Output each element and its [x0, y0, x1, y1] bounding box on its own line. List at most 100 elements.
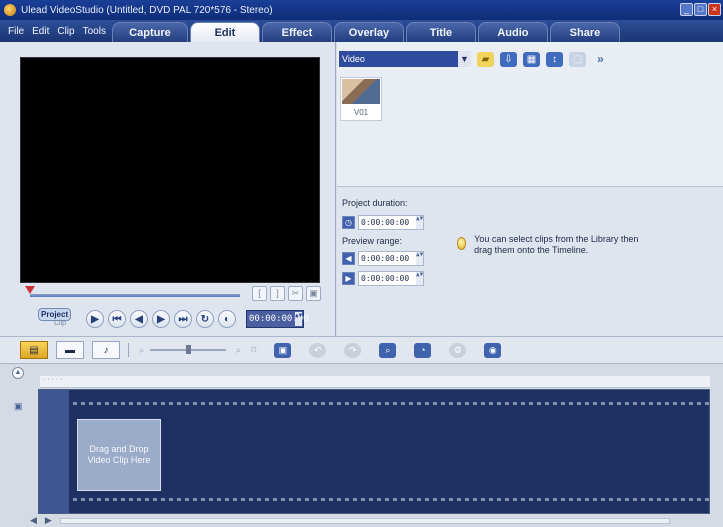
import-icon[interactable]: ⇩ — [500, 51, 517, 67]
options-panel: Project duration: ◷ 0:00:00:00 ▲▼ Previe… — [337, 186, 723, 336]
mark-in-button[interactable]: [ — [252, 286, 267, 301]
preview-panel: [ ] ✂ ▣ Project Clip ▶ ⏮ ◀ ▶ ⏭ ↻ ◐ 00:00… — [0, 42, 336, 336]
storyboard-view-button[interactable]: ▤ — [20, 341, 48, 359]
timecode-spinner[interactable]: ▲▼ — [295, 312, 302, 326]
drop-zone[interactable]: Drag and Drop Video Clip Here — [77, 419, 161, 491]
video-thumbnail — [342, 79, 380, 104]
tab-edit[interactable]: Edit — [189, 22, 260, 42]
timeline-navigation: ◀ ▶ — [30, 515, 670, 526]
play-icon[interactable]: ▶ — [86, 310, 104, 328]
folder-icon[interactable]: ▰ — [477, 51, 494, 67]
menu-edit[interactable]: Edit — [32, 26, 49, 37]
undo-icon[interactable]: ↶ — [309, 342, 327, 358]
cut-button[interactable]: ✂ — [288, 286, 303, 301]
tab-audio[interactable]: Audio — [477, 22, 548, 42]
timeline-scrollbar[interactable] — [59, 517, 670, 524]
hint-text: You can select clips from the Library th… — [474, 234, 639, 255]
preview-range-end[interactable]: 0:00:00:00 ▲▼ — [358, 271, 424, 286]
zoom-slider[interactable] — [149, 345, 226, 354]
volume-icon[interactable]: ◐ — [218, 310, 236, 328]
timeline-toolbar: ▤ ▬ ♪ ⌕ ⌕ ⌑ ▣ ↶ ↷ ⌕ ◔ ⚙ ◉ — [0, 336, 723, 364]
video-preview[interactable] — [20, 57, 320, 283]
tab-title[interactable]: Title — [405, 22, 476, 42]
library-toolbar: Video ▼ ▰ ⇩ ▦ ↕ ▢ » — [337, 50, 723, 68]
timeline-side-controls: ▲ ▣ — [12, 367, 32, 513]
preview-range-start[interactable]: 0:00:00:00 ▲▼ — [358, 251, 424, 266]
mark-out-button[interactable]: ] — [270, 286, 285, 301]
menu-tools[interactable]: Tools — [83, 26, 106, 37]
range-end-spinner[interactable]: ▲▼ — [416, 272, 423, 285]
zoom-in-icon[interactable]: ⌕ — [236, 345, 242, 356]
track-manager-icon[interactable]: ⚙ — [449, 342, 467, 358]
film-holes-top — [73, 402, 709, 405]
fullscreen-button[interactable]: ▣ — [306, 286, 321, 301]
collapse-timeline-icon[interactable]: ▲ — [12, 367, 24, 379]
tab-overlay[interactable]: Overlay — [333, 22, 404, 42]
window-title: Ulead VideoStudio (Untitled, DVD PAL 720… — [21, 4, 273, 16]
previous-frame-icon[interactable]: ◀ — [130, 310, 148, 328]
end-icon[interactable]: ⏭ — [174, 310, 192, 328]
next-frame-icon[interactable]: ▶ — [152, 310, 170, 328]
video-track-icon: ▣ — [14, 401, 23, 411]
audio-view-button[interactable]: ♪ — [92, 341, 120, 359]
timeline-area: ▲ ▣ · · · · · Drag and Drop Video Clip H… — [0, 364, 723, 527]
repeat-icon[interactable]: ↻ — [196, 310, 214, 328]
main-menu: File Edit Clip Tools — [0, 26, 112, 42]
library-manager-icon[interactable]: ▦ — [523, 51, 540, 67]
tab-share[interactable]: Share — [549, 22, 620, 42]
library-category-value: Video — [342, 54, 365, 64]
minimize-button[interactable]: _ — [680, 3, 693, 16]
enable-ripple-icon[interactable]: ◔ — [414, 342, 432, 358]
duration-spinner[interactable]: ▲▼ — [416, 216, 423, 229]
playback-controls: Project Clip ▶ ⏮ ◀ ▶ ⏭ ↻ ◐ 00:00:00:00 ▲… — [38, 307, 309, 331]
clip-mode-label: Clip — [54, 320, 67, 327]
tab-capture[interactable]: Capture — [111, 22, 188, 42]
tab-effect[interactable]: Effect — [261, 22, 332, 42]
library-item-v01[interactable]: V01 — [340, 77, 382, 121]
redo-icon[interactable]: ↷ — [344, 342, 362, 358]
preview-range-start-text: 0:00:00:00 — [361, 254, 410, 263]
trim-controls: [ ] ✂ ▣ — [252, 286, 321, 301]
close-button[interactable]: × — [708, 3, 721, 16]
preview-range-label: Preview range: — [342, 236, 403, 246]
library-category-select[interactable]: Video ▼ — [339, 51, 471, 67]
timeline-view-button[interactable]: ▬ — [56, 341, 84, 359]
timeline-scroll-right-icon[interactable]: ▶ — [45, 515, 52, 526]
fit-project-icon[interactable]: ⌑ — [251, 345, 256, 356]
toolbar-divider — [128, 343, 129, 357]
home-icon[interactable]: ⏮ — [108, 310, 126, 328]
timeline-scroll-left-icon[interactable]: ◀ — [30, 515, 37, 526]
timeline-ruler[interactable]: · · · · · — [40, 376, 710, 388]
trim-marker[interactable] — [25, 286, 35, 294]
chevron-down-icon[interactable]: ▼ — [458, 51, 471, 67]
video-track[interactable]: Drag and Drop Video Clip Here — [38, 389, 710, 514]
project-duration-field[interactable]: ◷ 0:00:00:00 ▲▼ — [342, 215, 434, 230]
title-bar: Ulead VideoStudio (Untitled, DVD PAL 720… — [0, 0, 723, 20]
menu-bar: File Edit Clip Tools Capture Edit Effect… — [0, 20, 723, 42]
menu-file[interactable]: File — [8, 26, 24, 37]
project-duration-text: 0:00:00:00 — [361, 218, 410, 227]
sort-icon[interactable]: ↕ — [546, 51, 563, 67]
project-duration-value[interactable]: 0:00:00:00 ▲▼ — [358, 215, 424, 230]
preview-range-start-field[interactable]: ◀ 0:00:00:00 ▲▼ — [342, 251, 434, 266]
timecode-display[interactable]: 00:00:00:00 ▲▼ — [246, 310, 309, 328]
range-start-icon: ◀ — [342, 252, 355, 265]
range-start-spinner[interactable]: ▲▼ — [416, 252, 423, 265]
project-duration-label: Project duration: — [342, 198, 408, 208]
clock-icon: ◷ — [342, 216, 355, 229]
track-header-strip — [39, 390, 69, 513]
smart-proxy-icon[interactable]: ⌕ — [379, 342, 397, 358]
expand-icon[interactable]: » — [592, 52, 609, 67]
chapter-cue-icon[interactable]: ◉ — [484, 342, 502, 358]
library-item-label: V01 — [353, 108, 369, 117]
zoom-out-icon[interactable]: ⌕ — [139, 345, 145, 356]
preview-scrubber[interactable] — [30, 294, 240, 297]
delete-icon[interactable]: ▢ — [569, 51, 586, 67]
app-icon — [4, 4, 16, 16]
menu-clip[interactable]: Clip — [57, 26, 74, 37]
preview-range-end-field[interactable]: ▶ 0:00:00:00 ▲▼ — [342, 271, 434, 286]
maximize-button[interactable]: □ — [694, 3, 707, 16]
preview-range-end-text: 0:00:00:00 — [361, 274, 410, 283]
insert-media-icon[interactable]: ▣ — [274, 342, 292, 358]
project-clip-toggle[interactable]: Project Clip — [38, 307, 82, 331]
